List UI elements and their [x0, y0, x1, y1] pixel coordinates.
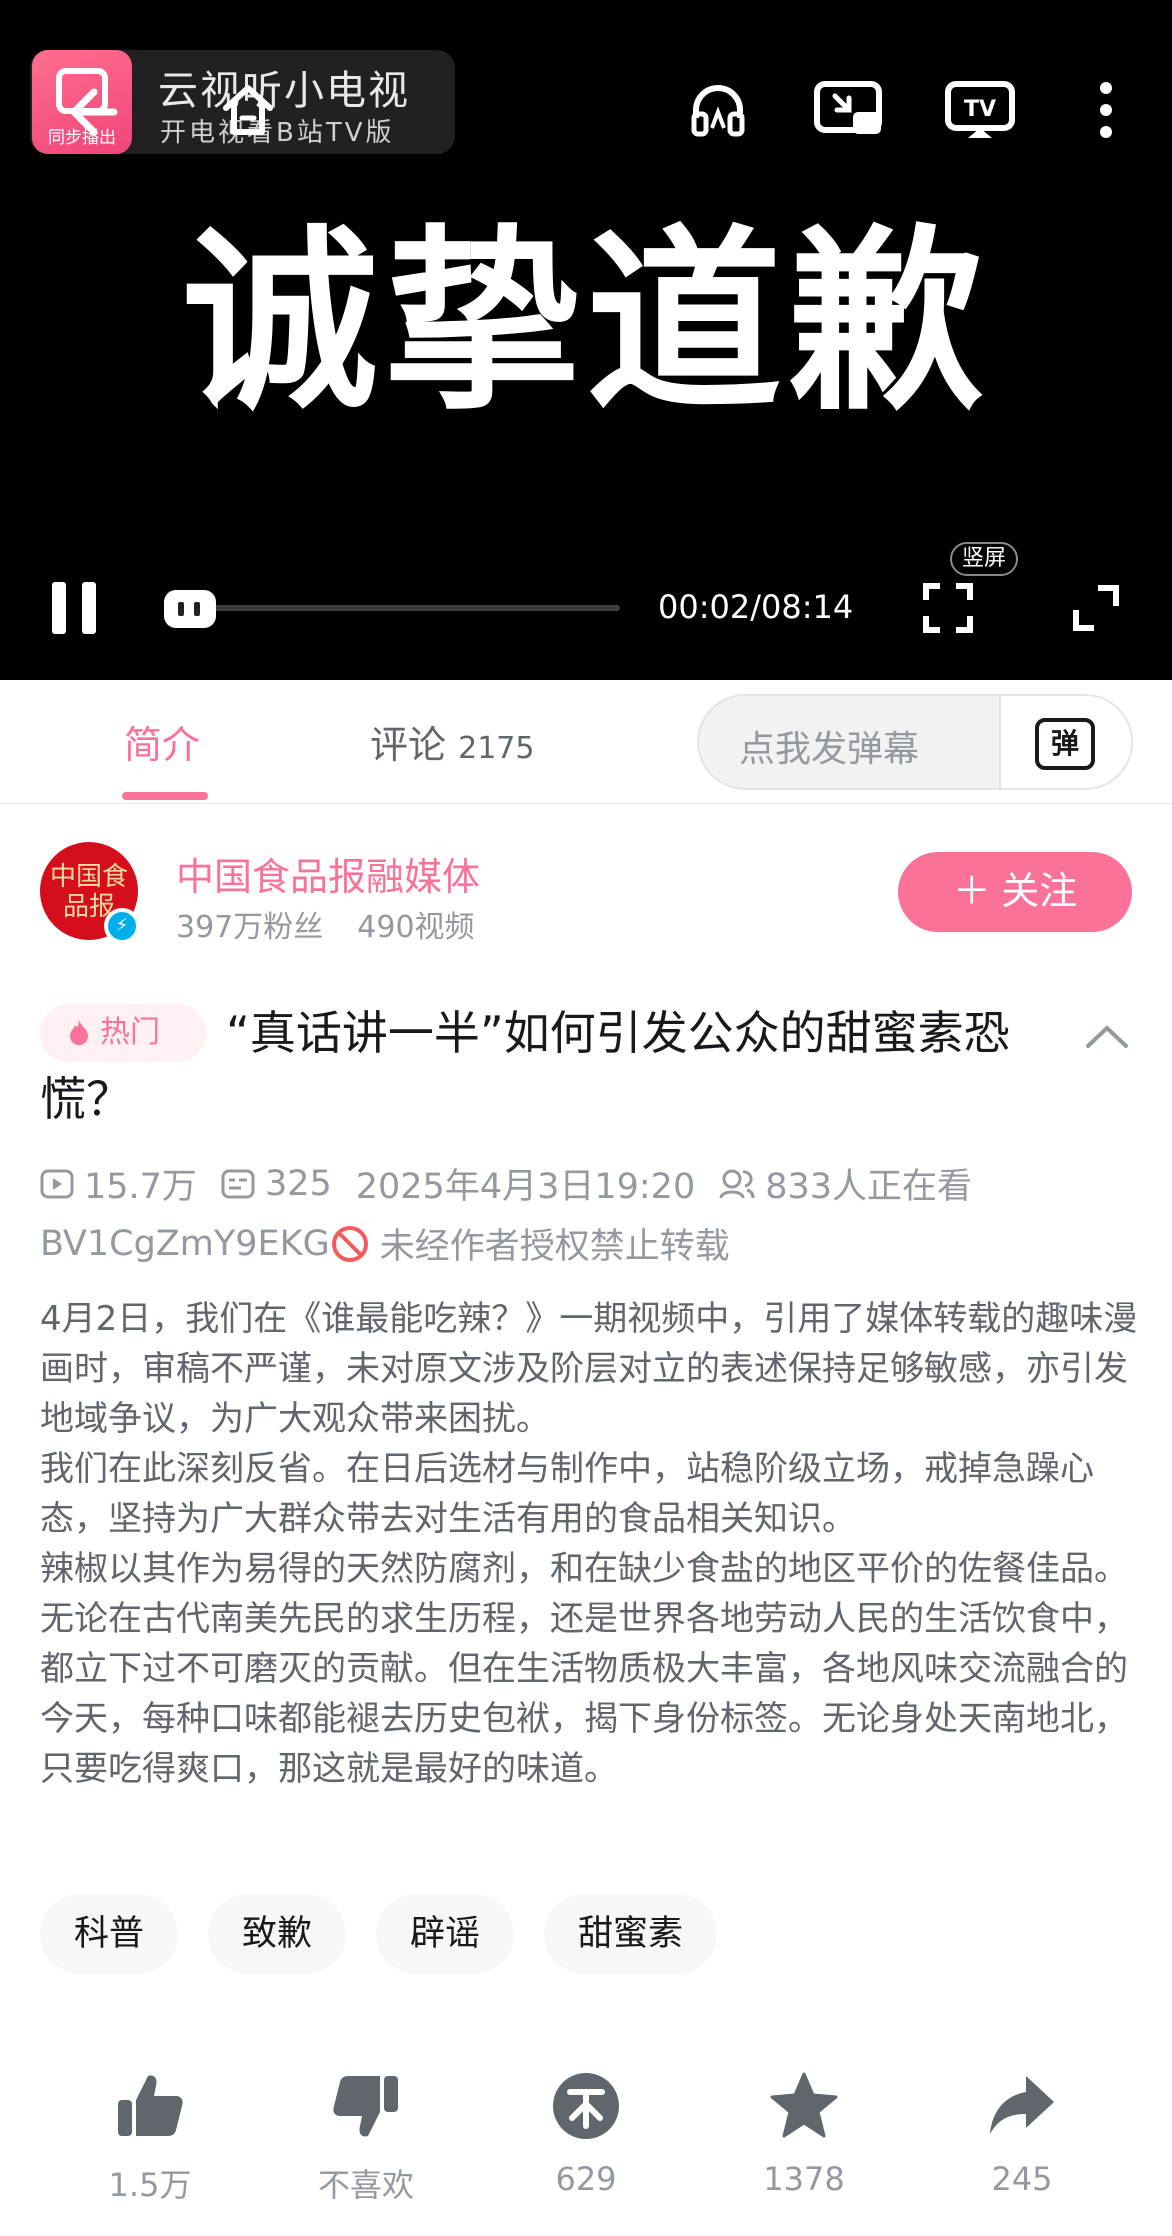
danmaku-count: 325	[264, 1163, 332, 1204]
video-description: 4月2日，我们在《谁最能吃辣？》一期视频中，引用了媒体转载的趣味漫画时，审稿不严…	[40, 1294, 1140, 1794]
share-button[interactable]: 245	[942, 2070, 1102, 2198]
hot-badge-label: 热门	[100, 1015, 160, 1050]
pause-icon[interactable]	[48, 578, 100, 638]
dislike-button[interactable]: 不喜欢	[286, 2070, 446, 2206]
uploader-stats: 397万粉丝 490视频	[176, 902, 475, 946]
cast-screen-icon[interactable]	[806, 68, 890, 152]
danmaku-count-icon	[221, 1169, 255, 1198]
progress-thumb[interactable]	[164, 590, 216, 628]
tv-icon[interactable]: TV	[938, 68, 1022, 152]
headphones-icon[interactable]	[676, 68, 760, 152]
tag-list: 科普 致歉 辟谣 甜蜜素	[40, 1894, 718, 1974]
description-paragraph: 我们在此深刻反省。在日后选材与制作中，站稳阶级立场，戒掉急躁心态，坚持为广大群众…	[40, 1449, 1094, 1539]
tab-intro[interactable]: 简介	[124, 714, 200, 769]
tab-active-indicator	[122, 792, 208, 800]
publish-date: 2025年4月3日19:20	[355, 1167, 696, 1207]
follow-button[interactable]: ＋ 关注	[898, 852, 1132, 932]
tab-comments[interactable]: 评论 2175	[370, 714, 534, 769]
dislike-label: 不喜欢	[317, 2166, 414, 2204]
video-ids: BV1CgZmY9EKG 未经作者授权禁止转载	[40, 1218, 730, 1269]
uploader-fans: 397万粉丝	[176, 910, 324, 945]
danmaku-placeholder: 点我发弹幕	[739, 729, 920, 770]
description-paragraph: 4月2日，我们在《谁最能吃辣？》一期视频中，引用了媒体转载的趣味漫画时，审稿不严…	[40, 1299, 1138, 1439]
description-paragraph: 辣椒以其作为易得的天然防腐剂，和在缺少食盐的地区平价的佐餐佳品。无论在古代南美先…	[40, 1549, 1128, 1789]
view-count: 15.7万	[84, 1167, 197, 1207]
action-bar: 1.5万 不喜欢 629 1378 245	[0, 2070, 1172, 2220]
expand-icon[interactable]	[1054, 566, 1138, 650]
share-count: 245	[991, 2160, 1053, 2198]
video-headline: 诚挚道歉	[181, 209, 990, 437]
tag-item[interactable]: 科普	[40, 1894, 179, 1974]
share-arrow-icon	[990, 2076, 1054, 2134]
progress-track[interactable]	[172, 605, 620, 611]
like-button[interactable]: 1.5万	[70, 2070, 230, 2206]
uploader-videos: 490视频	[357, 910, 475, 945]
tag-item[interactable]: 辟谣	[376, 1894, 515, 1974]
danmaku-toggle-button[interactable]: 弹	[999, 696, 1131, 788]
playback-time: 00:02/08:14	[658, 588, 854, 626]
video-player[interactable]: 同步播出 云视听小电视 开电视看B站TV版 TV 诚挚道歉 00:02/08:1…	[0, 0, 1172, 680]
tag-item[interactable]: 甜蜜素	[544, 1894, 718, 1974]
tab-comments-label: 评论	[370, 723, 447, 767]
more-icon[interactable]	[1064, 68, 1148, 152]
tab-comments-count: 2175	[458, 731, 535, 766]
tag-item[interactable]: 致歉	[208, 1894, 347, 1974]
detail-tabs: 简介 评论 2175 点我发弹幕 弹	[0, 680, 1172, 804]
verified-icon: ⚡	[104, 908, 140, 944]
fullscreen-icon[interactable]	[906, 566, 990, 650]
danmaku-icon: 弹	[1035, 718, 1095, 770]
star-icon	[770, 2072, 838, 2138]
coin-icon	[553, 2073, 619, 2139]
like-count: 1.5万	[108, 2166, 192, 2204]
watching-count: 833人正在看	[765, 1167, 973, 1207]
watching-icon	[719, 1169, 755, 1198]
coin-count: 629	[555, 2160, 617, 2198]
hot-badge[interactable]: 热门	[40, 1004, 206, 1062]
svg-text:TV: TV	[964, 97, 996, 122]
copyright-notice: 未经作者授权禁止转载	[379, 1227, 730, 1267]
no-repost-icon	[331, 1225, 368, 1262]
favorite-button[interactable]: 1378	[724, 2070, 884, 2198]
flame-icon	[70, 1020, 88, 1045]
danmaku-input[interactable]: 点我发弹幕 弹	[697, 694, 1133, 790]
bvid[interactable]: BV1CgZmY9EKG	[40, 1224, 330, 1264]
video-stats: 15.7万 325 2025年4月3日19:20 833人正在看	[40, 1158, 972, 1209]
back-arrow-icon[interactable]	[48, 70, 132, 154]
coin-button[interactable]: 629	[506, 2070, 666, 2198]
collapse-chevron-icon[interactable]	[1082, 1016, 1132, 1056]
play-count-icon	[40, 1169, 74, 1198]
thumbs-up-icon	[118, 2075, 183, 2136]
uploader-name[interactable]: 中国食品报融媒体	[176, 846, 480, 901]
home-icon[interactable]	[206, 68, 290, 152]
thumbs-down-icon	[333, 2076, 398, 2137]
favorite-count: 1378	[763, 2160, 845, 2198]
